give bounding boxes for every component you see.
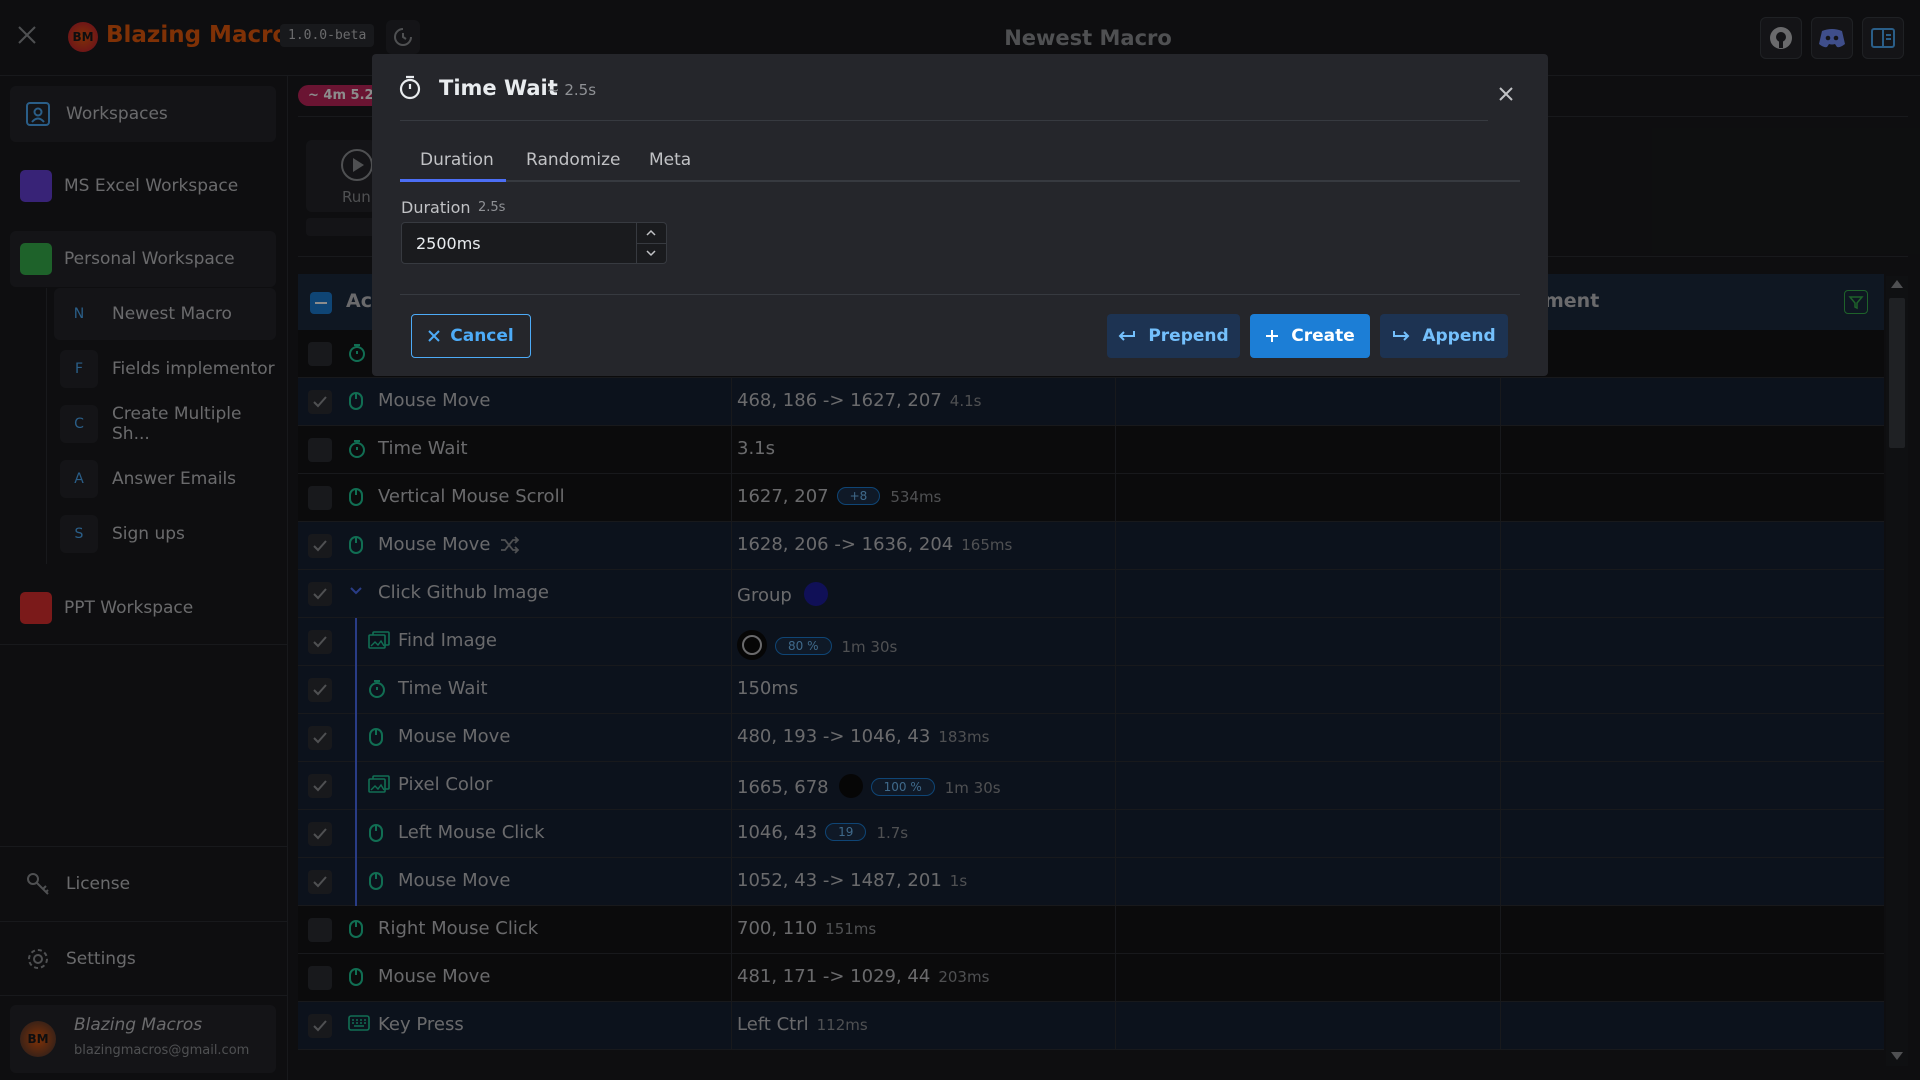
- divider: [400, 120, 1488, 121]
- divider: [400, 294, 1520, 295]
- modal-title: Time Wait: [439, 76, 558, 100]
- create-button[interactable]: Create: [1250, 314, 1370, 358]
- duration-label: Duration: [401, 198, 471, 217]
- edit-action-modal: Time Wait ~ 2.5s Duration Randomize Meta…: [372, 54, 1548, 376]
- timer-icon: [398, 74, 422, 100]
- active-tab-indicator: [400, 179, 506, 182]
- prepend-button[interactable]: Prepend: [1107, 314, 1240, 358]
- modal-subtitle: ~ 2.5s: [547, 81, 597, 99]
- tab-meta[interactable]: Meta: [649, 150, 691, 170]
- plus-icon: [1265, 329, 1279, 343]
- tabs-underline: [400, 180, 1520, 182]
- duration-hint: 2.5s: [478, 200, 506, 215]
- append-label: Append: [1422, 326, 1496, 346]
- close-icon[interactable]: [1498, 86, 1514, 102]
- cancel-button[interactable]: Cancel: [411, 314, 531, 358]
- divider: [636, 243, 666, 244]
- close-icon: [428, 330, 440, 342]
- arrow-left-icon: [1118, 330, 1136, 342]
- create-label: Create: [1291, 326, 1355, 346]
- arrow-right-icon: [1392, 330, 1410, 342]
- append-button[interactable]: Append: [1380, 314, 1508, 358]
- tab-duration[interactable]: Duration: [420, 150, 494, 170]
- prepend-label: Prepend: [1148, 326, 1229, 346]
- duration-field[interactable]: 2500ms: [401, 222, 667, 264]
- stepper-down-icon[interactable]: [645, 248, 657, 258]
- tab-randomize[interactable]: Randomize: [526, 150, 621, 170]
- duration-input[interactable]: 2500ms: [416, 234, 481, 253]
- cancel-label: Cancel: [450, 326, 514, 346]
- stepper-up-icon[interactable]: [645, 228, 657, 238]
